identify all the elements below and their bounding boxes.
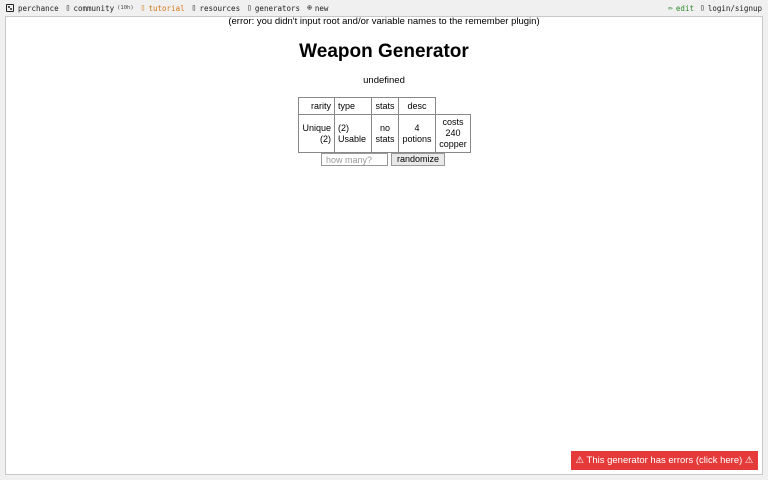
cell-desc: 4 potions xyxy=(398,114,436,153)
nav-edit[interactable]: ✏ edit xyxy=(668,4,694,13)
nav-login[interactable]: ▯ login/signup xyxy=(700,4,762,13)
top-nav-bar: perchance ▯ community (10h) ▯ tutorial ▯… xyxy=(0,0,768,16)
header-desc: desc xyxy=(398,97,436,115)
errors-banner[interactable]: ⚠ This generator has errors (click here)… xyxy=(571,451,758,470)
randomize-button[interactable]: randomize xyxy=(391,153,446,166)
nav-community-label: community xyxy=(73,3,115,13)
page-title: Weapon Generator xyxy=(299,41,469,62)
header-type: type xyxy=(334,97,372,115)
book-icon: ▯ xyxy=(140,3,146,12)
nav-edit-label: edit xyxy=(675,3,694,13)
nav-tutorial[interactable]: ▯ tutorial xyxy=(141,4,185,13)
nav-brand-label: perchance xyxy=(18,3,59,13)
result-table: rarity type stats desc Unique (2) (2) Us… xyxy=(298,97,471,153)
header-rarity: rarity xyxy=(298,97,335,115)
book-icon: ▯ xyxy=(191,3,197,12)
nav-resources[interactable]: ▯ resources xyxy=(192,4,240,13)
plugin-error-message: (error: you didn't input root and/or var… xyxy=(228,16,540,27)
generator-controls: randomize xyxy=(321,153,446,166)
chat-icon: ▯ xyxy=(65,3,71,12)
nav-community-count: (10h) xyxy=(117,5,134,11)
table-header-row: rarity type stats desc xyxy=(298,97,471,115)
nav-brand[interactable]: perchance xyxy=(6,4,59,13)
header-stats: stats xyxy=(371,97,399,115)
nav-community[interactable]: ▯ community (10h) xyxy=(66,4,134,13)
nav-generators-label: generators xyxy=(254,3,301,13)
nav-tutorial-label: tutorial xyxy=(148,3,185,13)
pencil-icon: ✏ xyxy=(668,3,673,12)
cell-type: (2) Usable xyxy=(334,114,372,153)
nav-resources-label: resources xyxy=(199,3,241,13)
dice-icon xyxy=(6,4,14,12)
table-row: Unique (2) (2) Usable no stats 4 potions… xyxy=(298,114,471,153)
nav-login-label: login/signup xyxy=(707,3,762,13)
header-blank xyxy=(436,98,471,115)
nav-new-label: new xyxy=(314,3,329,13)
nav-generators[interactable]: ▯ generators xyxy=(247,4,300,13)
cell-stats: no stats xyxy=(371,114,399,153)
generator-output: undefined xyxy=(363,75,405,86)
count-input[interactable] xyxy=(321,153,388,166)
nav-new[interactable]: ⊕ new xyxy=(307,4,328,13)
list-icon: ▯ xyxy=(247,3,252,12)
plus-circle-icon: ⊕ xyxy=(307,3,312,12)
user-icon: ▯ xyxy=(699,3,705,12)
cell-cost: costs 240 copper xyxy=(435,114,471,153)
generator-frame: (error: you didn't input root and/or var… xyxy=(5,16,763,475)
cell-rarity: Unique (2) xyxy=(298,114,335,153)
